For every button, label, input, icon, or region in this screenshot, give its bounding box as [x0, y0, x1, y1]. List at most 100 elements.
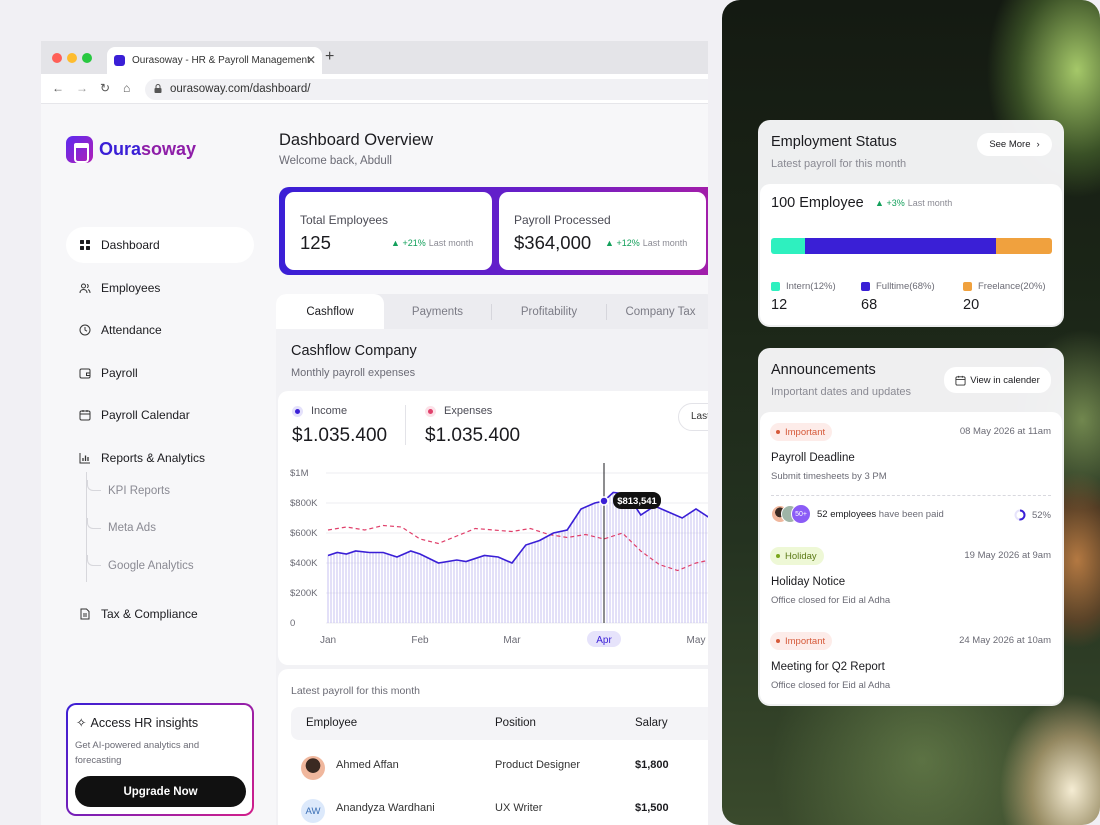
- table-row[interactable]: Ahmed Affan Product Designer $1,800: [291, 749, 708, 789]
- stat-label: Total Employees: [300, 213, 389, 227]
- maximize-window-button[interactable]: [82, 53, 92, 63]
- background-photo: Employment Status Latest payroll for thi…: [722, 0, 1100, 825]
- y-tick-label: $600K: [290, 528, 318, 539]
- hr-insights-promo: ✧ Access HR insights Get AI-powered analy…: [66, 703, 254, 816]
- expenses-dot-icon: [425, 405, 436, 417]
- intern-count: 12: [771, 297, 788, 313]
- announcement-item[interactable]: Important 24 May 2026 at 10am Meeting fo…: [760, 621, 1062, 706]
- stat-value: $364,000: [514, 232, 592, 253]
- close-window-button[interactable]: [52, 53, 62, 63]
- chart-tabs: Cashflow Payments Profitability Company …: [276, 294, 708, 329]
- sidebar-item-label: Tax & Compliance: [101, 607, 198, 621]
- sidebar-item-label: Attendance: [101, 323, 162, 337]
- stat-value: 125: [300, 232, 331, 253]
- announcement-description: Office closed for Eid al Adha: [771, 680, 891, 691]
- sidebar-item-payroll[interactable]: Payroll: [66, 355, 254, 391]
- employee-change: ▲ +3% Last month: [875, 198, 953, 208]
- tab-cashflow[interactable]: Cashflow: [276, 294, 384, 329]
- submenu-item-kpi-reports[interactable]: KPI Reports: [87, 472, 254, 510]
- cashflow-subtitle: Monthly payroll expenses: [291, 367, 416, 379]
- payroll-processed-card: Payroll Processed $364,000 ▲ +12% Last mo…: [499, 192, 706, 270]
- more-avatars-badge: 50+: [791, 504, 811, 524]
- announcement-item[interactable]: Important 08 May 2026 at 11am Payroll De…: [760, 412, 1062, 524]
- y-tick-label: $800K: [290, 498, 318, 509]
- paid-employees-row: 50+ 52 employees have been paid 52%: [771, 504, 1051, 526]
- announcement-title: Meeting for Q2 Report: [771, 661, 885, 673]
- sidebar-item-payroll-calendar[interactable]: Payroll Calendar: [66, 397, 254, 433]
- y-tick-label: $1M: [290, 468, 309, 479]
- column-header-salary[interactable]: Salary: [635, 717, 668, 729]
- grid-icon: [80, 240, 90, 250]
- calendar-icon: [955, 375, 966, 386]
- x-tick-label: Apr: [596, 635, 612, 646]
- view-in-calendar-button[interactable]: View in calender: [944, 367, 1051, 393]
- back-arrow-icon[interactable]: ←: [52, 81, 64, 95]
- promo-description: Get AI-powered analytics and forecasting: [75, 740, 200, 766]
- up-arrow-icon: ▲: [605, 238, 614, 248]
- new-tab-icon[interactable]: +: [325, 48, 334, 66]
- table-row[interactable]: AW Anandyza Wardhani UX Writer $1,500: [291, 792, 708, 825]
- home-icon[interactable]: ⌂: [123, 81, 130, 95]
- employee-position: Product Designer: [495, 759, 580, 771]
- tab-payments[interactable]: Payments: [384, 294, 491, 329]
- announcement-description: Office closed for Eid al Adha: [771, 595, 891, 606]
- logo[interactable]: Ourasoway: [66, 135, 196, 163]
- brand-name: Ourasoway: [99, 138, 197, 159]
- paid-percent: 52%: [1014, 509, 1051, 521]
- see-more-button[interactable]: See More ›: [977, 133, 1052, 156]
- url-field[interactable]: ourasoway.com/dashboard/: [145, 79, 708, 100]
- sparkle-icon: ✧: [76, 716, 87, 730]
- submenu-item-google-analytics[interactable]: Google Analytics: [87, 547, 254, 585]
- announcement-title: Payroll Deadline: [771, 452, 855, 464]
- payroll-table-caption: Latest payroll for this month: [291, 685, 420, 697]
- hover-point: [599, 496, 609, 506]
- tab-company-tax[interactable]: Company Tax: [607, 294, 708, 329]
- employee-salary: $1,800: [635, 759, 669, 771]
- income-value: $1.035.400: [292, 425, 388, 446]
- sidebar-item-label: Payroll: [101, 365, 138, 380]
- column-header-position[interactable]: Position: [495, 717, 536, 729]
- sidebar-item-tax-compliance[interactable]: Tax & Compliance: [66, 596, 254, 632]
- employee-salary: $1,500: [635, 802, 669, 814]
- promo-title: ✧ Access HR insights: [76, 716, 199, 730]
- announcement-title: Holiday Notice: [771, 576, 846, 588]
- x-tick-label: Mar: [503, 635, 521, 646]
- badge-important: Important: [770, 423, 833, 441]
- column-header-employee[interactable]: Employee: [306, 717, 357, 729]
- calendar-icon: [79, 410, 91, 421]
- forward-arrow-icon[interactable]: →: [76, 81, 88, 95]
- date-range-dropdown[interactable]: Last: [678, 403, 708, 431]
- close-tab-icon[interactable]: ✕: [306, 53, 316, 67]
- employment-bar-segment-fulltime: [804, 238, 996, 254]
- expenses-legend: Expenses: [425, 405, 492, 417]
- reload-icon[interactable]: ↻: [100, 81, 110, 95]
- x-tick-label: Feb: [411, 635, 429, 646]
- legend-fulltime: Fulltime (68%): [861, 281, 935, 292]
- stats-banner: Total Employees 125 ▲ +21% Last month Pay…: [279, 187, 708, 275]
- legend-intern: Intern (12%): [771, 281, 836, 292]
- lock-icon: [154, 84, 162, 93]
- employment-status-widget: Employment Status Latest payroll for thi…: [758, 120, 1064, 327]
- sidebar-item-employees[interactable]: Employees: [66, 270, 254, 306]
- browser-window: Ourasoway - HR & Payroll Management ✕ + …: [41, 41, 708, 825]
- minimize-window-button[interactable]: [67, 53, 77, 63]
- announcement-item[interactable]: Holiday 19 May 2026 at 9am Holiday Notic…: [760, 536, 1062, 631]
- browser-tab[interactable]: Ourasoway - HR & Payroll Management ✕: [107, 47, 322, 74]
- paid-text: 52 employees have been paid: [817, 509, 944, 520]
- fulltime-count: 68: [861, 297, 878, 313]
- page-title: Dashboard Overview: [279, 131, 434, 149]
- cashflow-chart-card: Income $1.035.400 Expenses $1.035.400 La…: [278, 391, 708, 665]
- browser-tab-bar: Ourasoway - HR & Payroll Management ✕ +: [41, 41, 708, 74]
- employee-name: Anandyza Wardhani: [336, 802, 435, 814]
- upgrade-now-button[interactable]: Upgrade Now: [75, 776, 246, 807]
- submenu-item-meta-ads[interactable]: Meta Ads: [87, 510, 254, 548]
- tab-profitability[interactable]: Profitability: [492, 294, 606, 329]
- cashflow-line-chart[interactable]: 0 $200K $400K $600K $800K $1M $813,541 Jan Feb Ma…: [278, 461, 708, 661]
- url-text: ourasoway.com/dashboard/: [170, 83, 311, 95]
- employment-bar-segment-freelance: [995, 238, 1052, 254]
- sidebar-item-reports-analytics[interactable]: Reports & Analytics: [66, 440, 254, 476]
- sidebar-item-dashboard[interactable]: Dashboard: [66, 227, 254, 263]
- address-bar: ← → ↻ ⌂ ourasoway.com/dashboard/: [41, 74, 708, 104]
- sidebar-menu: Dashboard Employees Attendance Payroll P…: [66, 227, 254, 639]
- sidebar-item-attendance[interactable]: Attendance: [66, 312, 254, 348]
